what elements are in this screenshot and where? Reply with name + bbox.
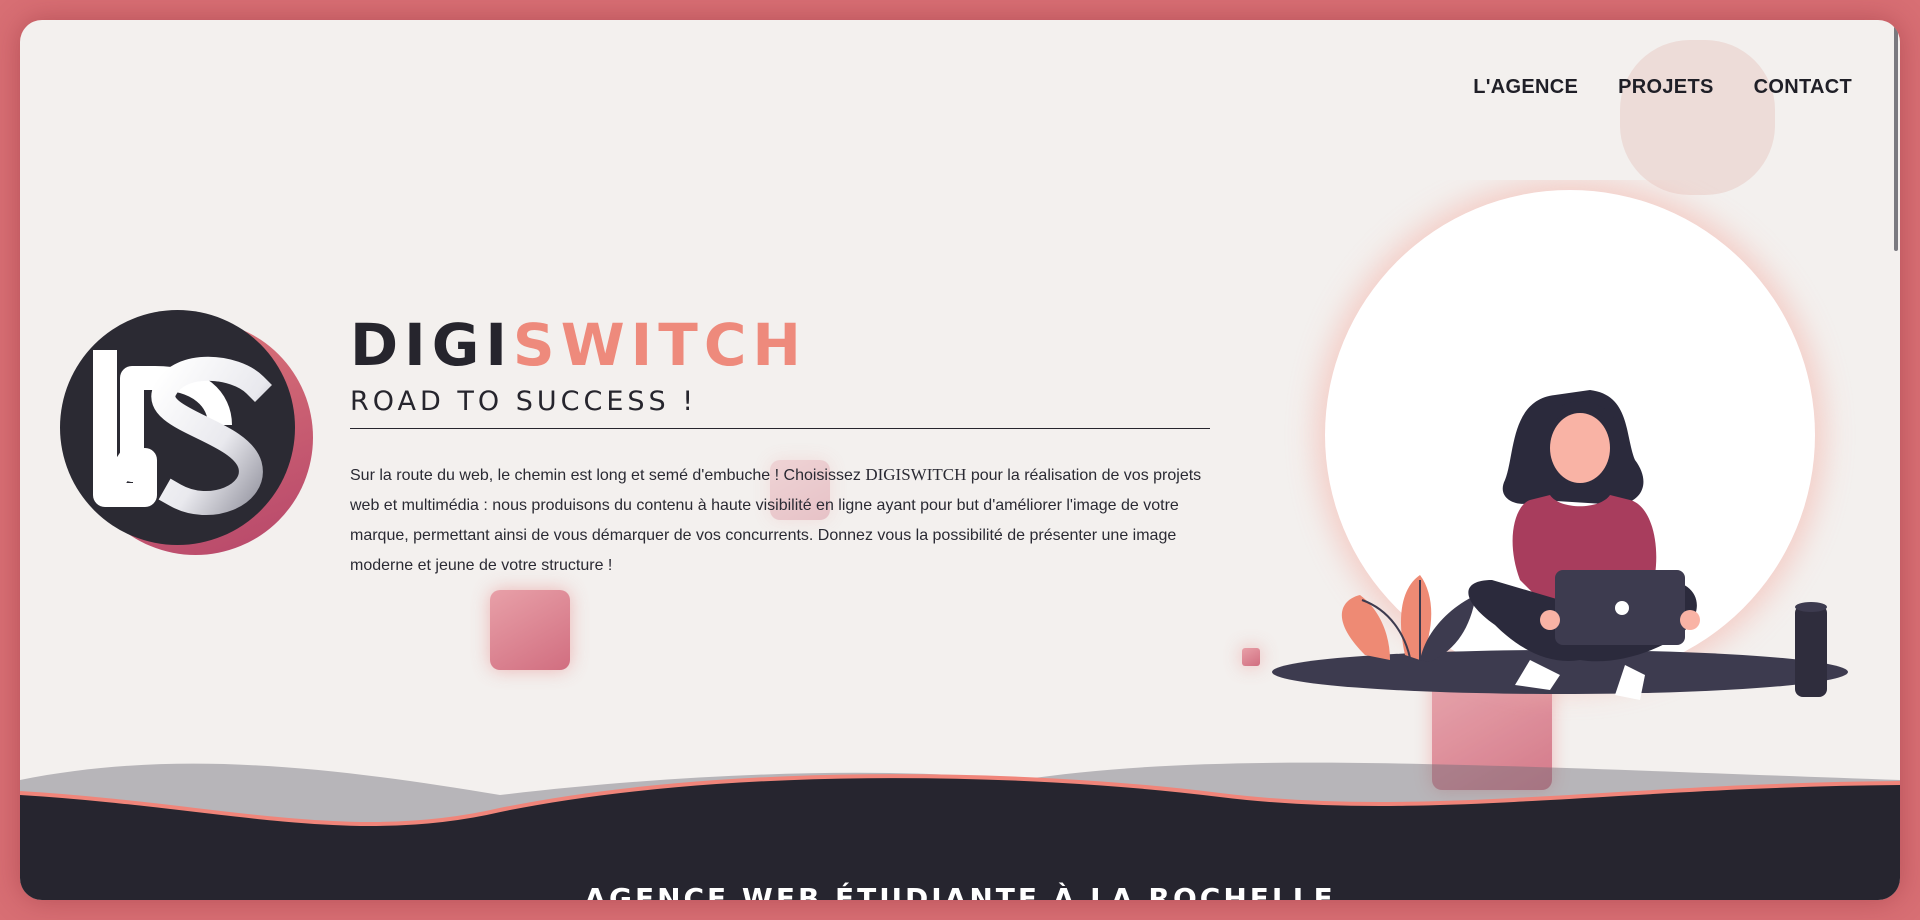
divider [350,428,1210,429]
page-frame: L'AGENCE PROJETS CONTACT DIGISWITCH ROAD… [20,20,1900,900]
footer-banner-text: AGENCE WEB ÉTUDIANTE À LA ROCHELLE [584,882,1335,900]
scrollbar[interactable] [1894,26,1898,251]
description-text-1: Sur la route du web, le chemin est long … [350,467,866,484]
footer-wave [20,762,1900,900]
decor-blob [1620,40,1775,195]
logo [60,310,320,570]
brand-title-part1: DIGI [350,311,513,379]
ds-monogram-icon [93,350,272,515]
description-brand: DIGISWITCH [865,465,967,484]
decor-square [490,590,570,670]
hero-description: Sur la route du web, le chemin est long … [350,460,1210,581]
nav-contact[interactable]: CONTACT [1754,76,1852,103]
main-nav: L'AGENCE PROJETS CONTACT [1473,76,1852,105]
nav-agence[interactable]: L'AGENCE [1473,76,1579,105]
woman-with-laptop-illustration [1272,180,1848,700]
logo-circle [60,310,295,545]
brand-title-part2: SWITCH [512,311,807,379]
footer-banner-title: AGENCE WEB ÉTUDIANTE À LA ROCHELLE [20,882,1900,900]
nav-projets[interactable]: PROJETS [1618,76,1713,103]
tagline: ROAD TO SUCCESS ! [350,386,698,417]
brand-title: DIGISWITCH [350,316,807,374]
